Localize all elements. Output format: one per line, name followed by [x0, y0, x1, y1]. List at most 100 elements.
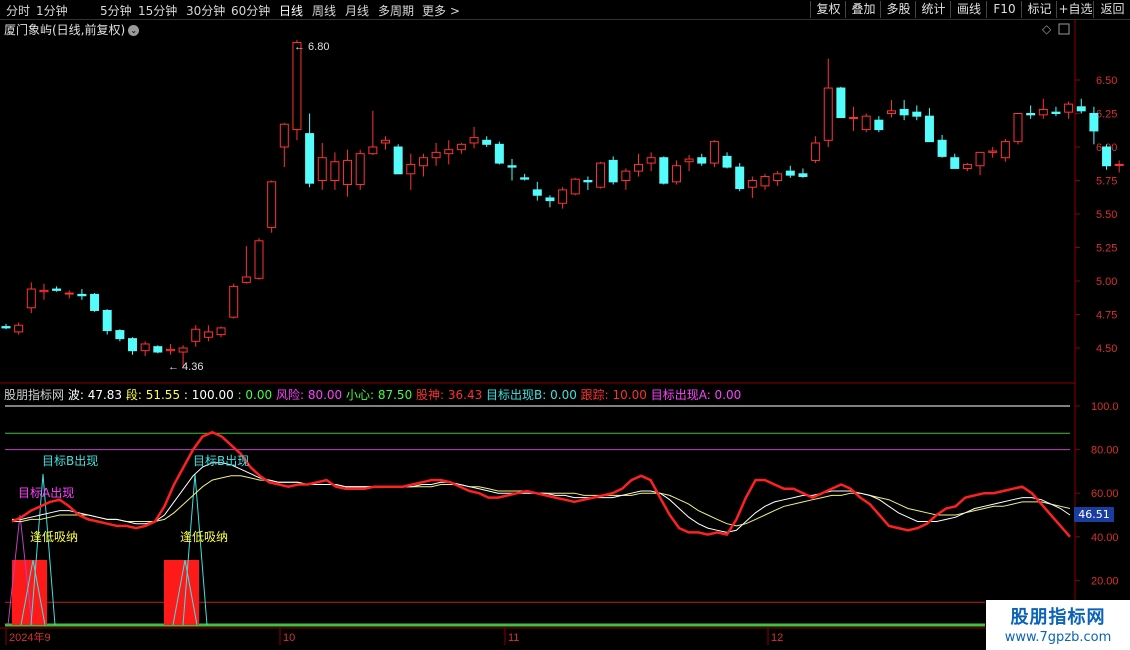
price-label: 4.50 [1096, 343, 1117, 355]
ind-axis-label: 60.00 [1091, 488, 1119, 500]
candle-body [1013, 113, 1023, 143]
candle-body [14, 324, 24, 333]
candle-body [317, 157, 327, 182]
candle-body [115, 330, 125, 340]
ind-axis-label: 40.00 [1091, 532, 1119, 544]
price-label: 5.00 [1096, 276, 1117, 288]
candle-body [52, 288, 62, 291]
candle-body [292, 41, 302, 131]
site-logo: 股朋指标网 www.7gpzb.com [986, 600, 1130, 650]
candle-body [343, 159, 353, 186]
price-label: 6.25 [1096, 109, 1117, 121]
candle-body [988, 150, 998, 153]
candle-body [596, 162, 606, 188]
candle-body [494, 143, 504, 164]
candle-body [634, 163, 643, 172]
candle-body [26, 288, 36, 309]
candle-body [1026, 113, 1036, 116]
date-label: 12 [771, 632, 783, 644]
candle-body [203, 331, 213, 338]
candle-body [558, 189, 568, 204]
candle-body [545, 197, 555, 202]
candle-body [165, 348, 175, 352]
candle-body [64, 292, 74, 295]
candle-body [659, 157, 669, 184]
candle-body [355, 153, 365, 186]
candle-body [140, 343, 150, 352]
low-absorb-block [12, 560, 47, 625]
candle-body [950, 157, 960, 169]
ind-axis-label: 80.00 [1091, 445, 1119, 457]
date-label: 10 [283, 632, 295, 644]
high-annotation: ← 6.80 [294, 41, 329, 53]
candle-body [254, 240, 264, 279]
candle-body [697, 157, 707, 164]
candle-body [1076, 106, 1086, 112]
candle-body [735, 166, 745, 190]
indicator-field-6: 小心: 87.50 [342, 388, 413, 402]
indicator-field-4: : 0.00 [233, 388, 273, 402]
signal-label: 目标A出现 [18, 486, 74, 500]
candle-body [924, 115, 934, 143]
candle-body [102, 309, 112, 332]
candle-body [975, 151, 985, 167]
candle-body [570, 178, 580, 195]
signal-label: 目标B出现 [42, 454, 98, 468]
logo-url: www.7gpzb.com [1004, 630, 1112, 645]
current-value-badge: 46.51 [1074, 507, 1114, 522]
candle-body [418, 157, 428, 167]
price-label: 5.75 [1096, 176, 1117, 188]
wave-line-red [11, 430, 1071, 538]
signal-label: 逢低吸纳 [30, 530, 78, 544]
candle-body [216, 327, 226, 336]
kline-chart[interactable]: 6.506.256.005.755.505.255.004.754.50← 6.… [0, 0, 1130, 650]
candle-body [760, 175, 770, 187]
low-annotation: ← 4.36 [168, 361, 203, 373]
candle-body [77, 293, 87, 297]
candle-body [962, 163, 972, 169]
candle-body [444, 149, 454, 155]
candle-body [381, 139, 390, 144]
candle-body [469, 137, 479, 144]
candle-body [431, 151, 441, 159]
candle-body [709, 141, 719, 164]
ind-axis-label: 100.0 [1091, 401, 1119, 413]
price-label: 5.25 [1096, 243, 1117, 255]
candle-body [153, 346, 163, 353]
indicator-field-7: 股神: 36.43 [412, 388, 483, 402]
indicator-field-10: 目标出现A: 0.00 [646, 388, 742, 402]
candle-body [608, 159, 618, 183]
candle-body [912, 111, 922, 117]
date-label: 11 [508, 632, 519, 644]
candle-body [747, 180, 757, 188]
candle-body [1114, 163, 1124, 166]
candle-body [684, 158, 694, 163]
price-label: 6.50 [1096, 75, 1117, 87]
indicator-field-3: : 100.00 [180, 388, 234, 402]
candle-body [1038, 108, 1048, 116]
candle-body [482, 139, 492, 145]
signal-label: 逢低吸纳 [180, 530, 228, 544]
low-absorb-block [164, 560, 199, 625]
candle-body [39, 289, 49, 293]
candle-body [330, 161, 340, 182]
candle-body [393, 146, 403, 175]
candle-body [1089, 113, 1099, 132]
candle-body [671, 165, 681, 183]
candle-body [90, 293, 100, 311]
candle-body [1064, 103, 1074, 113]
candle-body [305, 133, 315, 184]
logo-title: 股朋指标网 [1010, 607, 1106, 628]
indicator-header: 股朋指标网 波: 47.83 段: 51.55 : 100.00 : 0.00 … [4, 386, 741, 403]
candle-body [899, 108, 909, 116]
candle-body [849, 117, 859, 120]
price-label: 5.50 [1096, 209, 1117, 221]
candle-body [532, 189, 542, 196]
candle-body [267, 181, 277, 228]
indicator-field-0: 股朋指标网 [4, 388, 65, 402]
candle-body [128, 338, 137, 352]
candle-body [229, 285, 239, 318]
candle-body [823, 87, 833, 141]
candle-body [874, 119, 884, 131]
candle-body [646, 157, 656, 164]
